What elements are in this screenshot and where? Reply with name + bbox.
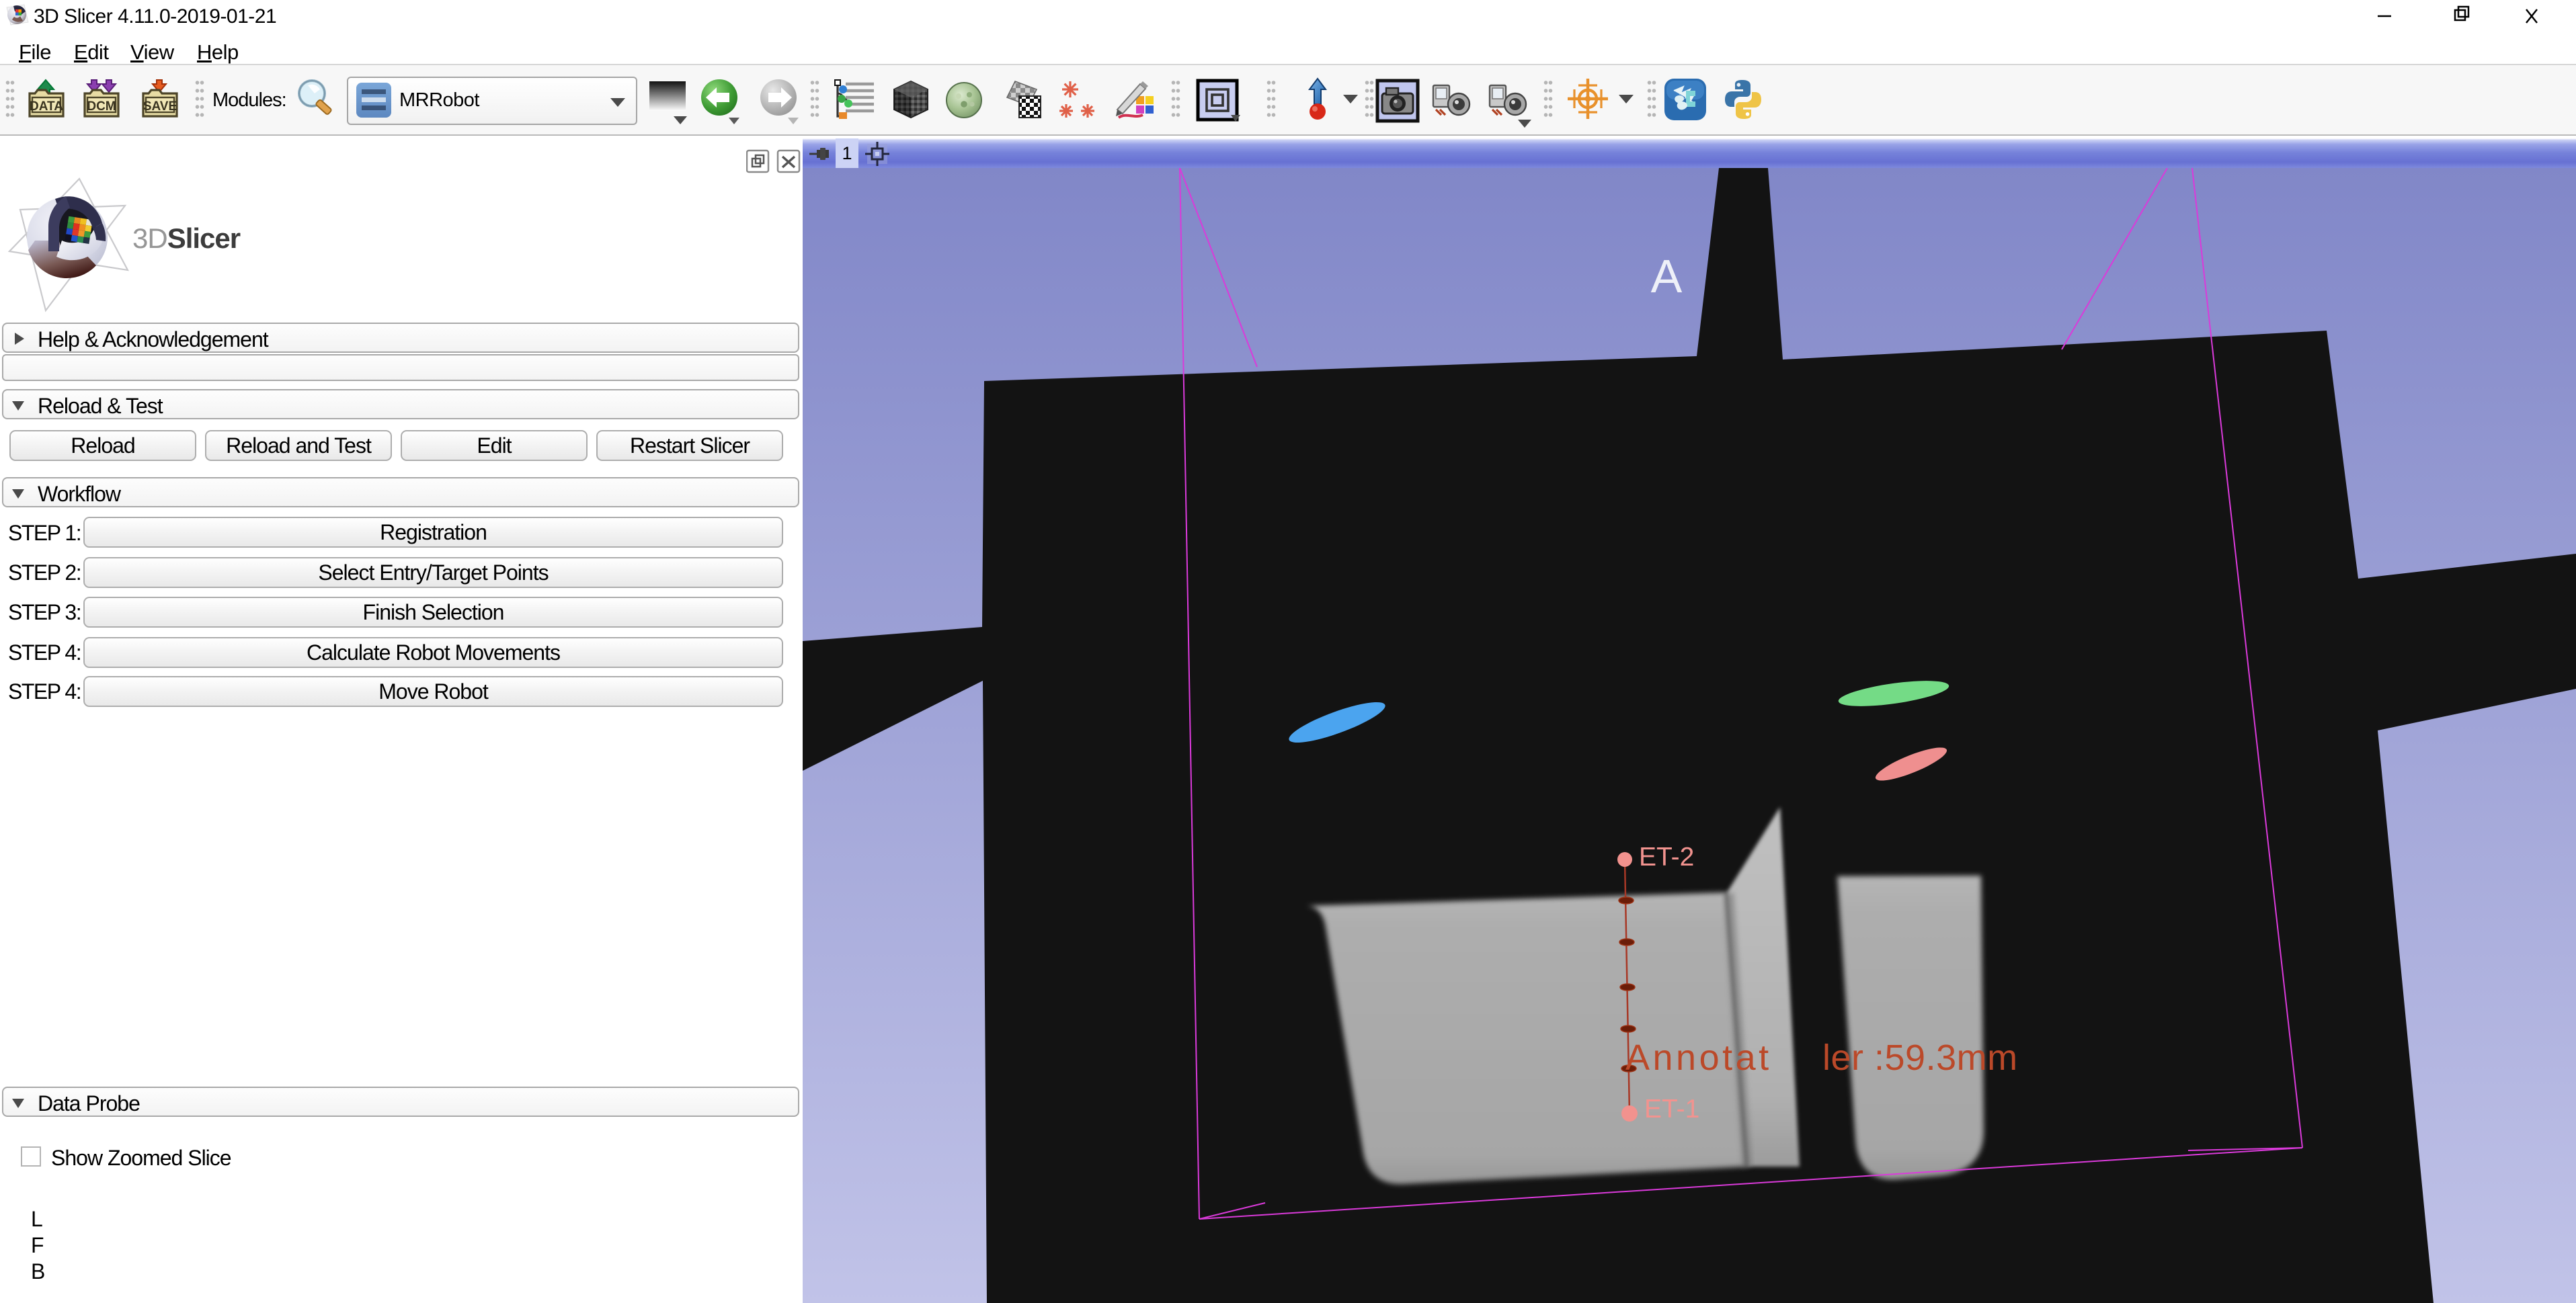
- svg-text:ET-2: ET-2: [1639, 843, 1694, 872]
- svg-text:SAVE: SAVE: [143, 99, 177, 114]
- svg-text:ler :59.3mm: ler :59.3mm: [1822, 1038, 2018, 1078]
- svg-text:A: A: [1651, 250, 1683, 302]
- svg-text:ET-1: ET-1: [1644, 1095, 1699, 1124]
- svg-text:DATA: DATA: [30, 99, 63, 114]
- svg-text:Annotat: Annotat: [1625, 1038, 1772, 1078]
- svg-text:3DSlicer: 3DSlicer: [132, 222, 241, 254]
- svg-text:DCM: DCM: [87, 99, 116, 114]
